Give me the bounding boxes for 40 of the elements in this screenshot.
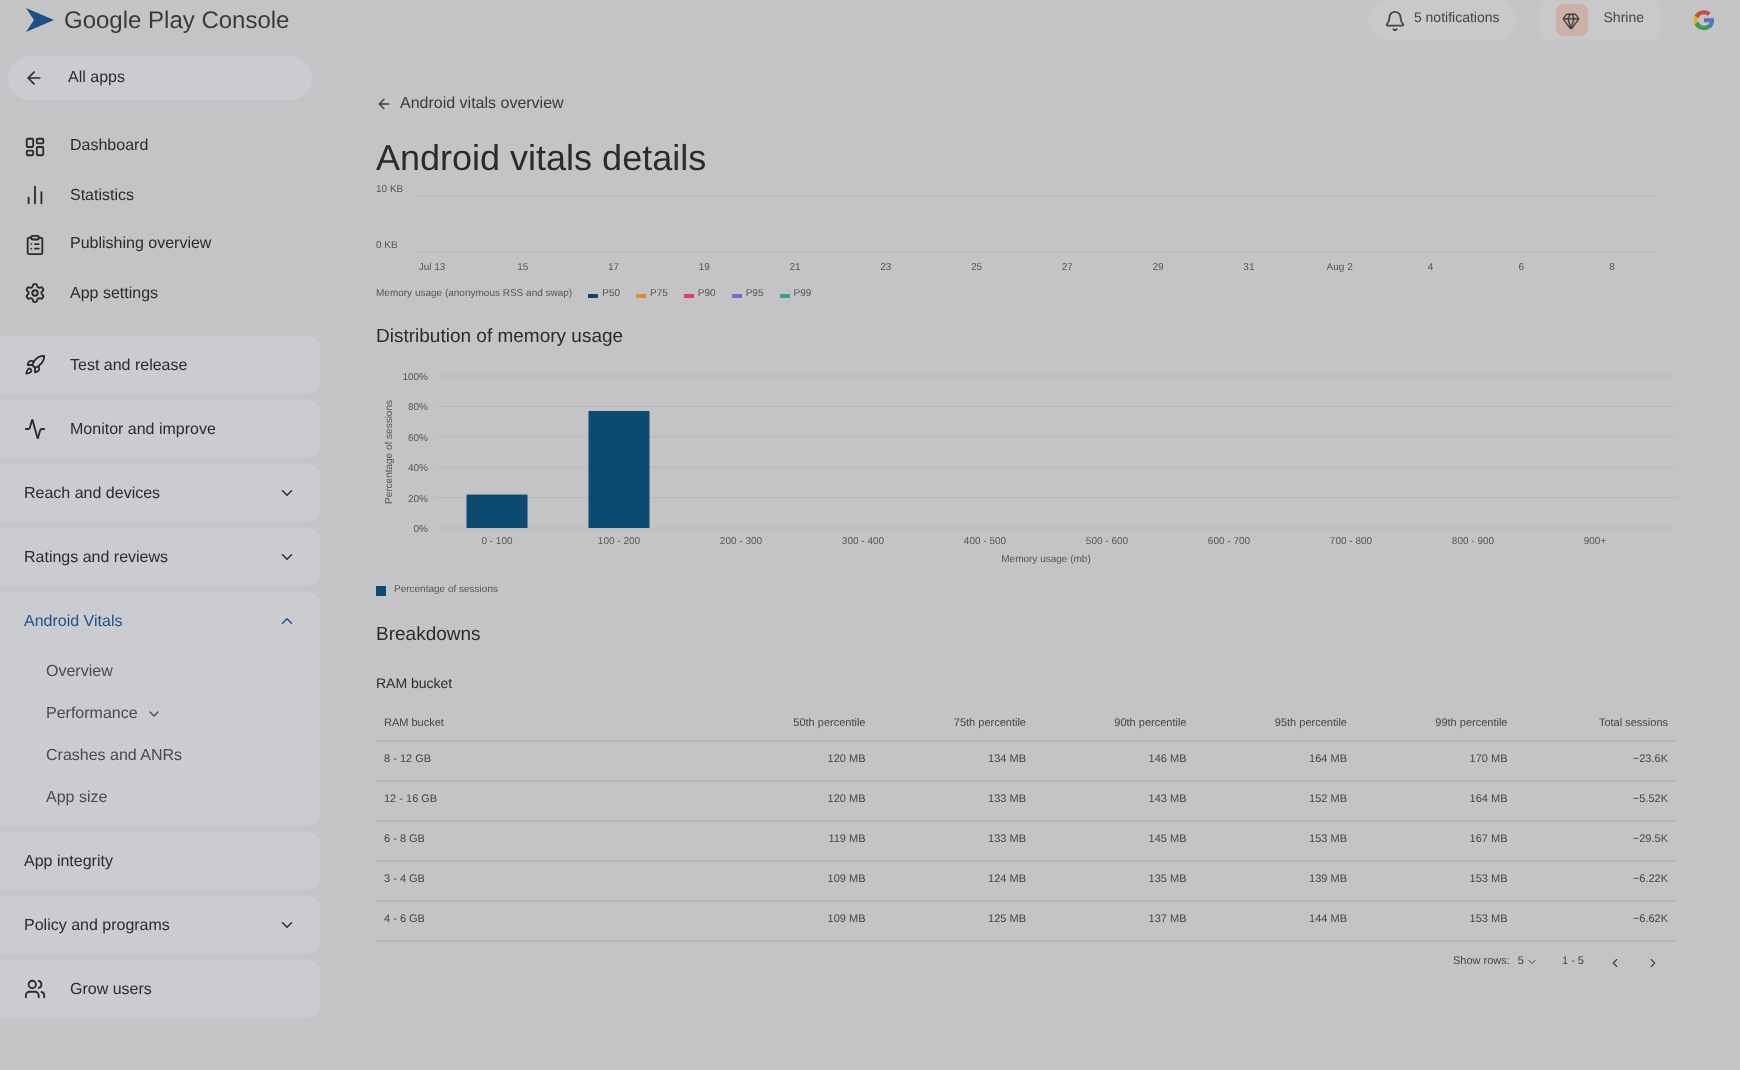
- nav-item[interactable]: Publishing overview: [0, 220, 320, 269]
- rocket-icon: [24, 354, 46, 376]
- nav-section[interactable]: Policy and programs: [0, 896, 320, 954]
- back-arrow-icon: [24, 68, 44, 88]
- logo-icon: [24, 6, 56, 34]
- nav-icon: [24, 135, 46, 158]
- nav-subitem[interactable]: Crashes and ANRs: [0, 734, 320, 776]
- nav-subitem[interactable]: Performance: [0, 692, 320, 734]
- nav-section[interactable]: Reach and devices: [0, 464, 320, 522]
- nav-section[interactable]: Ratings and reviews: [0, 528, 320, 586]
- section-title: Distribution of memory usage: [376, 323, 626, 351]
- nav-item[interactable]: App settings: [0, 269, 320, 318]
- nav-item[interactable]: Statistics: [0, 171, 320, 220]
- nav-section[interactable]: Android Vitals: [0, 592, 320, 650]
- nav-section[interactable]: App integrity: [0, 832, 320, 890]
- app-logo-text: Google Play Console: [64, 4, 290, 38]
- nav-icon: [24, 233, 46, 256]
- bar: [466, 494, 528, 528]
- page-title: Android vitals details: [376, 136, 709, 180]
- previous-page-icon[interactable]: [1608, 955, 1622, 969]
- account-logo-icon[interactable]: [1692, 8, 1716, 32]
- bell-icon: [1383, 9, 1406, 31]
- breadcrumb-link[interactable]: Android vitals overview: [376, 92, 564, 116]
- nav-section[interactable]: Test and release: [0, 336, 320, 394]
- nav-item[interactable]: Dashboard: [0, 122, 320, 171]
- all-apps-button[interactable]: All apps: [8, 56, 312, 100]
- nav-section[interactable]: Monitor and improve: [0, 400, 320, 458]
- nav-subitem[interactable]: Overview: [0, 650, 320, 692]
- caret-icon: [1525, 956, 1538, 968]
- nav-icon: [24, 282, 46, 305]
- pulse-icon: [24, 418, 46, 440]
- back-arrow-icon: [376, 96, 392, 112]
- nav-section[interactable]: Grow users: [0, 960, 320, 1018]
- gem-icon: [1562, 11, 1581, 29]
- nav-subitem[interactable]: App size: [0, 776, 320, 818]
- next-page-icon[interactable]: [1646, 955, 1660, 969]
- users-icon: [24, 978, 46, 1000]
- section-title: Breakdowns: [376, 622, 483, 651]
- nav-icon: [24, 184, 46, 207]
- bar: [588, 410, 650, 528]
